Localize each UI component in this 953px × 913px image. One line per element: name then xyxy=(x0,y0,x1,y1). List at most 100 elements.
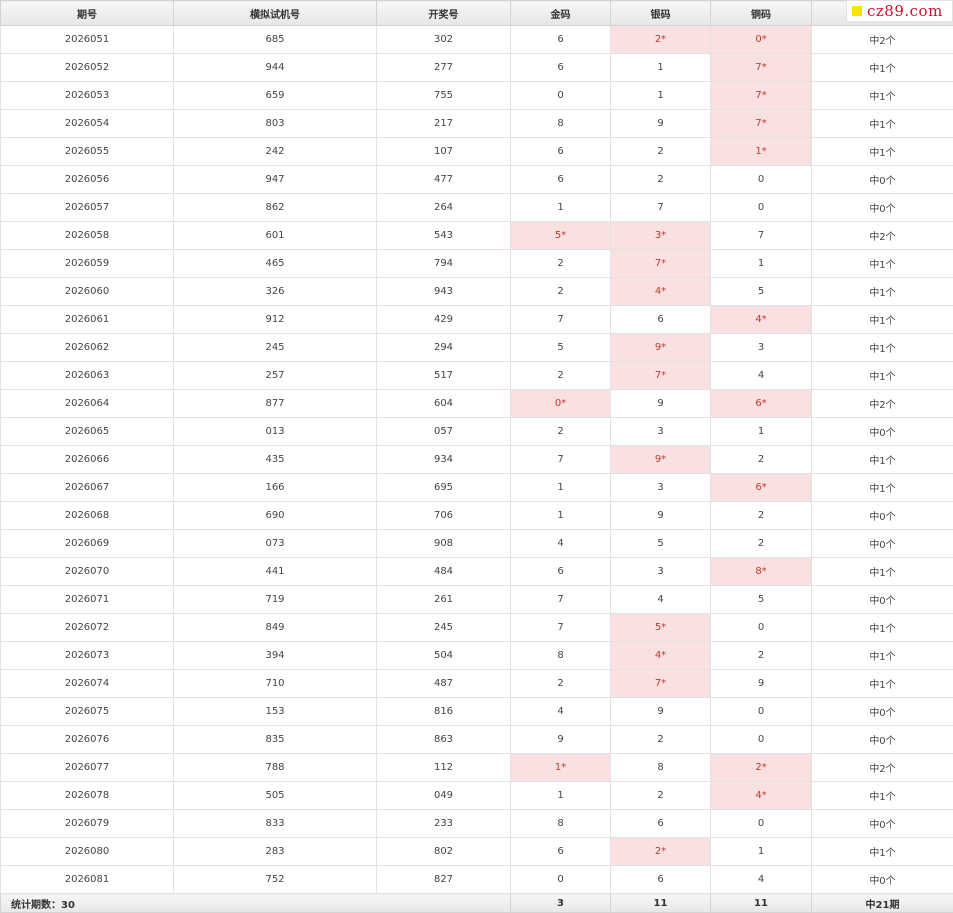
cell-simulated-number: 719 xyxy=(174,586,377,614)
cell-period: 2026069 xyxy=(1,530,174,558)
cell-silver: 7* xyxy=(611,250,711,278)
cell-draw-number: 802 xyxy=(377,838,511,866)
cell-gold: 2 xyxy=(511,278,611,306)
cell-silver: 9* xyxy=(611,446,711,474)
cell-period: 2026076 xyxy=(1,726,174,754)
cell-gold: 4 xyxy=(511,698,611,726)
cell-simulated-number: 166 xyxy=(174,474,377,502)
summary-gold-hits: 3 xyxy=(511,894,611,913)
cell-draw-number: 604 xyxy=(377,390,511,418)
cell-period: 2026051 xyxy=(1,26,174,54)
cell-simulated-number: 803 xyxy=(174,110,377,138)
cell-gold: 6 xyxy=(511,838,611,866)
cell-result: 中2个 xyxy=(812,26,953,54)
cell-gold: 7 xyxy=(511,306,611,334)
cell-gold: 1 xyxy=(511,474,611,502)
cell-gold: 8 xyxy=(511,642,611,670)
cell-period: 2026081 xyxy=(1,866,174,894)
table-row: 202605168530262*0*中2个 xyxy=(1,26,953,54)
cell-result: 中1个 xyxy=(812,642,953,670)
cell-bronze: 5 xyxy=(711,586,812,614)
cell-period: 2026067 xyxy=(1,474,174,502)
cell-period: 2026059 xyxy=(1,250,174,278)
cell-bronze: 0 xyxy=(711,614,812,642)
cell-bronze: 1 xyxy=(711,838,812,866)
cell-gold: 6 xyxy=(511,166,611,194)
cell-gold: 0 xyxy=(511,866,611,894)
cell-silver: 2 xyxy=(611,166,711,194)
cell-simulated-number: 912 xyxy=(174,306,377,334)
cell-bronze: 4* xyxy=(711,782,812,810)
table-row: 2026056947477620中0个 xyxy=(1,166,953,194)
cell-bronze: 1 xyxy=(711,250,812,278)
lottery-stats-table: 期号 横拟试机号 开奖号 金码 银码 铜码 202605168530262*0*… xyxy=(0,0,953,913)
table-row: 202607471048727*9中1个 xyxy=(1,670,953,698)
cell-draw-number: 484 xyxy=(377,558,511,586)
cell-silver: 3 xyxy=(611,474,711,502)
cell-result: 中1个 xyxy=(812,334,953,362)
cell-period: 2026070 xyxy=(1,558,174,586)
cell-result: 中1个 xyxy=(812,250,953,278)
site-logo[interactable]: cz89.com xyxy=(846,0,953,22)
table-row: 2026076835863920中0个 xyxy=(1,726,953,754)
cell-period: 2026052 xyxy=(1,54,174,82)
cell-period: 2026060 xyxy=(1,278,174,306)
cell-result: 中1个 xyxy=(812,54,953,82)
cell-gold: 6 xyxy=(511,54,611,82)
cell-simulated-number: 441 xyxy=(174,558,377,586)
cell-gold: 6 xyxy=(511,26,611,54)
cell-simulated-number: 257 xyxy=(174,362,377,390)
cell-silver: 9 xyxy=(611,502,711,530)
cell-result: 中2个 xyxy=(812,222,953,250)
cell-period: 2026080 xyxy=(1,838,174,866)
cell-result: 中1个 xyxy=(812,82,953,110)
cell-simulated-number: 394 xyxy=(174,642,377,670)
cell-simulated-number: 505 xyxy=(174,782,377,810)
cell-period: 2026071 xyxy=(1,586,174,614)
site-logo-text: cz89.com xyxy=(867,2,943,20)
cell-period: 2026079 xyxy=(1,810,174,838)
cell-gold: 1* xyxy=(511,754,611,782)
cell-simulated-number: 326 xyxy=(174,278,377,306)
cell-draw-number: 302 xyxy=(377,26,511,54)
cell-result: 中1个 xyxy=(812,558,953,586)
cell-bronze: 8* xyxy=(711,558,812,586)
cell-result: 中1个 xyxy=(812,138,953,166)
cell-gold: 7 xyxy=(511,614,611,642)
cell-result: 中1个 xyxy=(812,474,953,502)
cell-simulated-number: 944 xyxy=(174,54,377,82)
cell-period: 2026078 xyxy=(1,782,174,810)
cell-result: 中0个 xyxy=(812,194,953,222)
table-row: 20260777881121*82*中2个 xyxy=(1,754,953,782)
cell-bronze: 0 xyxy=(711,810,812,838)
cell-simulated-number: 242 xyxy=(174,138,377,166)
cell-bronze: 2 xyxy=(711,642,812,670)
cell-bronze: 0 xyxy=(711,166,812,194)
table-row: 2026052944277617*中1个 xyxy=(1,54,953,82)
cell-draw-number: 217 xyxy=(377,110,511,138)
cell-bronze: 7* xyxy=(711,54,812,82)
cell-gold: 2 xyxy=(511,250,611,278)
cell-silver: 5* xyxy=(611,614,711,642)
cell-draw-number: 261 xyxy=(377,586,511,614)
column-header-period: 期号 xyxy=(1,1,174,26)
cell-silver: 4* xyxy=(611,278,711,306)
cell-bronze: 7 xyxy=(711,222,812,250)
cell-gold: 1 xyxy=(511,502,611,530)
cell-bronze: 3 xyxy=(711,334,812,362)
cell-bronze: 0 xyxy=(711,194,812,222)
cell-silver: 9 xyxy=(611,390,711,418)
cell-draw-number: 487 xyxy=(377,670,511,698)
cell-silver: 2 xyxy=(611,726,711,754)
cell-draw-number: 863 xyxy=(377,726,511,754)
cell-result: 中1个 xyxy=(812,670,953,698)
cell-bronze: 2 xyxy=(711,502,812,530)
cell-silver: 7 xyxy=(611,194,711,222)
cell-bronze: 1* xyxy=(711,138,812,166)
table-row: 2026081752827064中0个 xyxy=(1,866,953,894)
cell-draw-number: 543 xyxy=(377,222,511,250)
cell-simulated-number: 153 xyxy=(174,698,377,726)
cell-draw-number: 294 xyxy=(377,334,511,362)
cell-draw-number: 477 xyxy=(377,166,511,194)
cell-draw-number: 049 xyxy=(377,782,511,810)
